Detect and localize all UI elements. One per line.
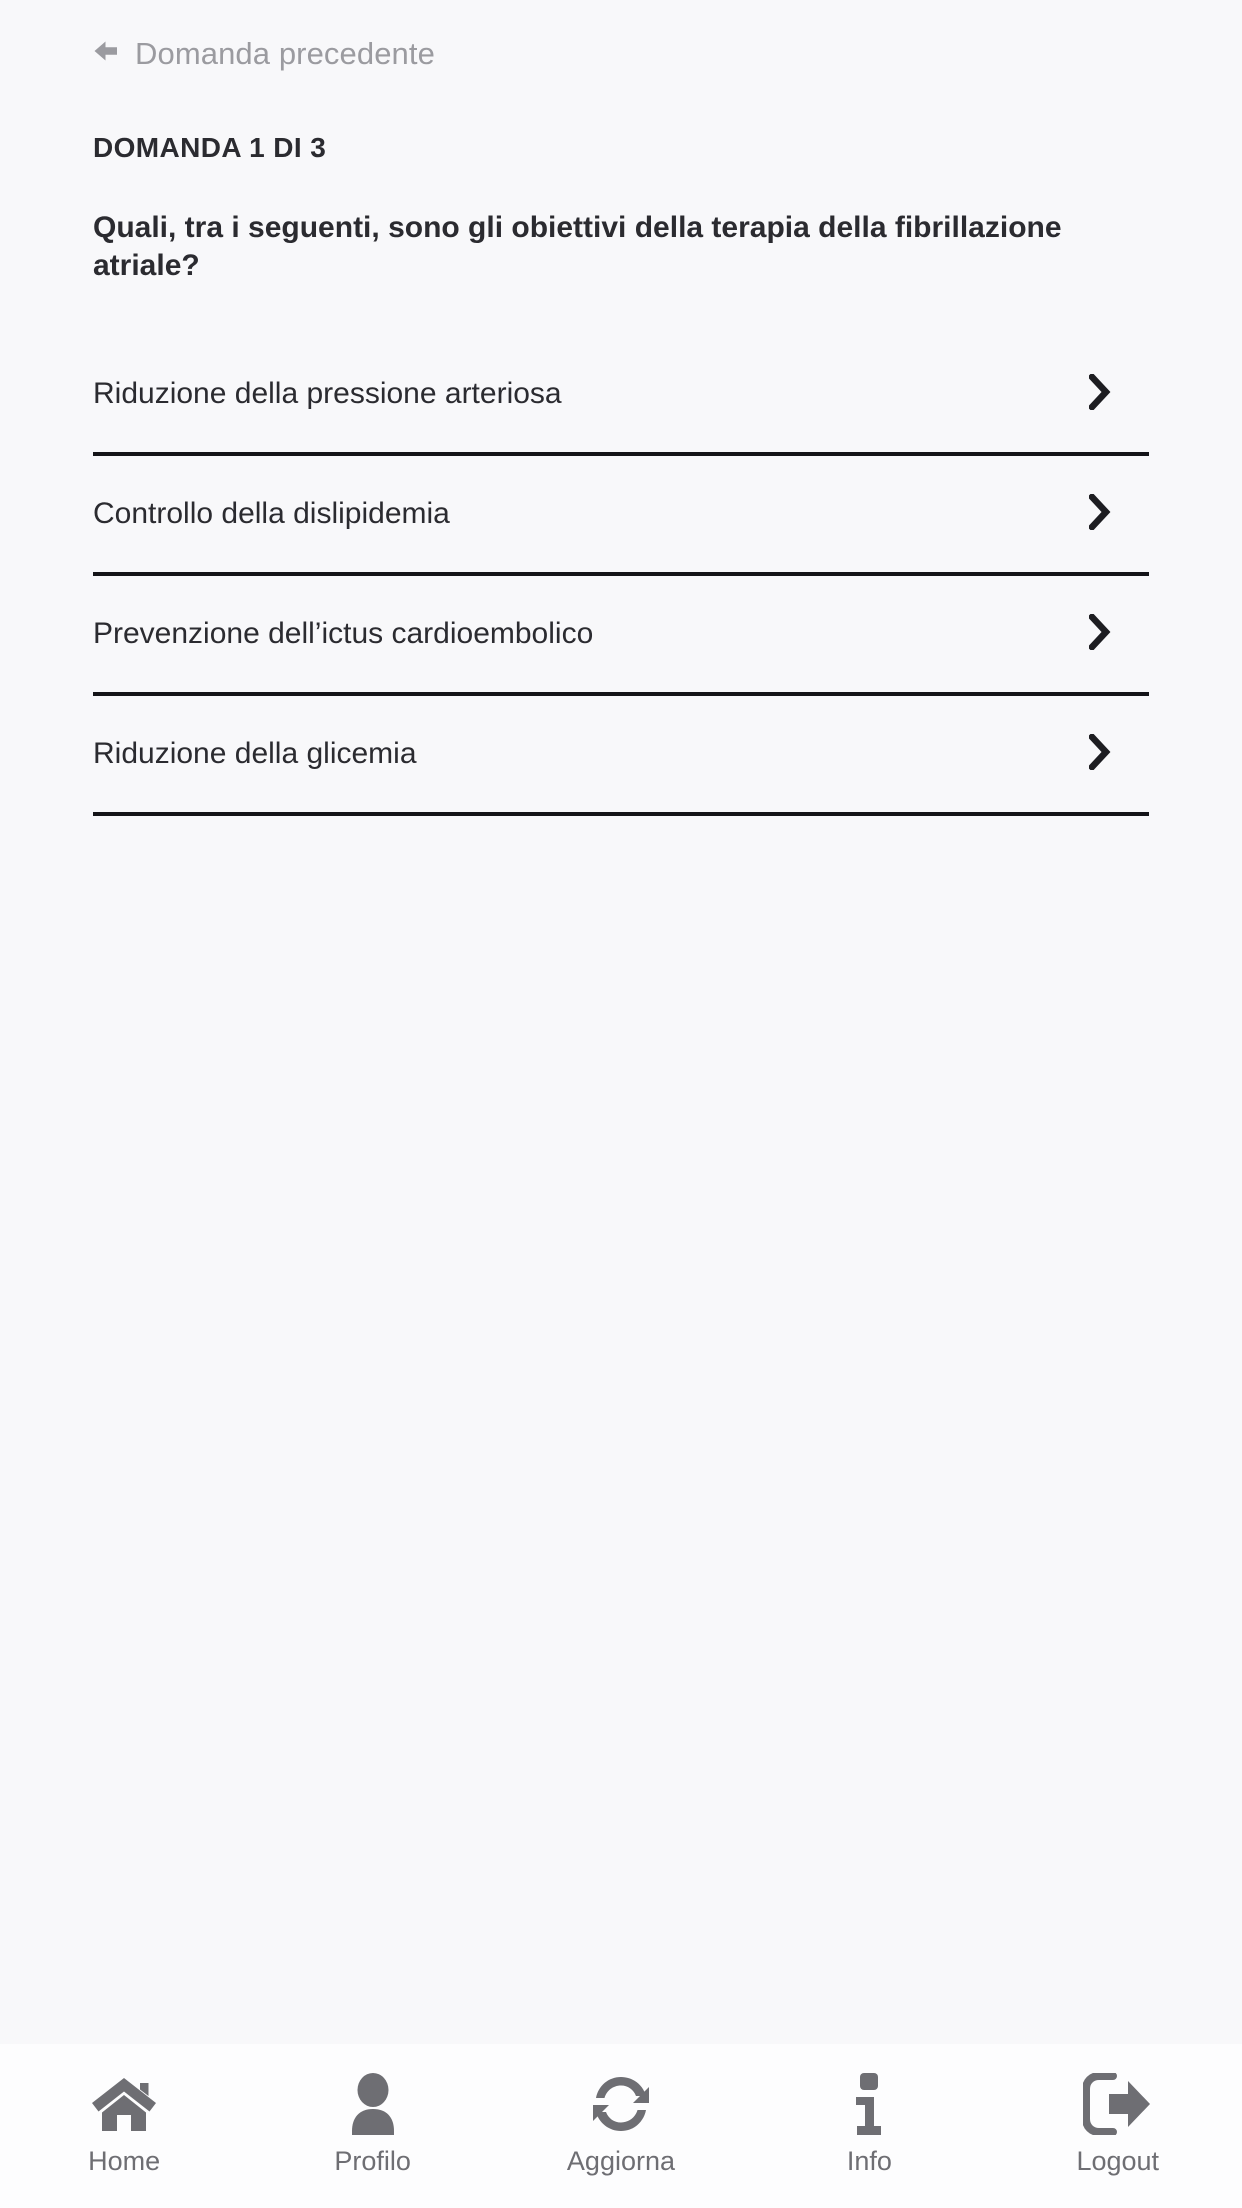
home-icon — [90, 2066, 158, 2142]
person-icon — [342, 2066, 404, 2142]
nav-item-label: Profilo — [334, 2146, 411, 2176]
answer-option-label: Riduzione della glicemia — [93, 737, 417, 770]
answer-option-label: Prevenzione dell’ictus cardioembolico — [93, 617, 594, 650]
nav-item-profilo[interactable]: Profilo — [293, 2066, 453, 2175]
nav-item-label: Logout — [1076, 2146, 1160, 2176]
back-link[interactable]: Domanda precedente — [93, 38, 435, 69]
nav-item-label: Aggiorna — [566, 2146, 676, 2176]
question-text: Quali, tra i seguenti, sono gli obiettiv… — [93, 211, 1062, 282]
nav-item-label: Info — [846, 2146, 892, 2176]
answer-option[interactable]: Riduzione della pressione arteriosa — [93, 336, 1149, 456]
answer-option[interactable]: Riduzione della glicemia — [93, 696, 1149, 816]
chevron-right-icon — [1087, 371, 1111, 415]
answer-option[interactable]: Controllo della dislipidemia — [93, 456, 1149, 576]
answer-option-label: Controllo della dislipidemia — [93, 497, 450, 530]
refresh-icon — [588, 2066, 654, 2142]
chevron-right-icon — [1087, 491, 1111, 535]
logout-icon — [1082, 2066, 1153, 2142]
answer-options-list: Riduzione della pressione arteriosa Cont… — [93, 336, 1149, 816]
nav-item-home[interactable]: Home — [44, 2066, 204, 2175]
arrow-left-icon — [93, 38, 119, 69]
chevron-right-icon — [1087, 611, 1111, 655]
info-icon — [848, 2066, 890, 2142]
app-screen: Domanda precedente DOMANDA 1 DI 3 Quali,… — [0, 0, 1242, 2208]
question-section: DOMANDA 1 DI 3 Quali, tra i seguenti, so… — [0, 69, 1242, 816]
back-link-label: Domanda precedente — [135, 36, 435, 71]
nav-item-aggiorna[interactable]: Aggiorna — [541, 2066, 701, 2175]
chevron-right-icon — [1087, 731, 1111, 775]
question-counter: DOMANDA 1 DI 3 — [93, 132, 327, 163]
nav-item-label: Home — [88, 2146, 161, 2176]
answer-option-label: Riduzione della pressione arteriosa — [93, 377, 562, 410]
bottom-navigation-bar: Home Profilo Aggiorna Info Logout — [0, 2044, 1242, 2208]
nav-item-logout[interactable]: Logout — [1038, 2066, 1198, 2175]
answer-option[interactable]: Prevenzione dell’ictus cardioembolico — [93, 576, 1149, 696]
nav-item-info[interactable]: Info — [789, 2066, 949, 2175]
